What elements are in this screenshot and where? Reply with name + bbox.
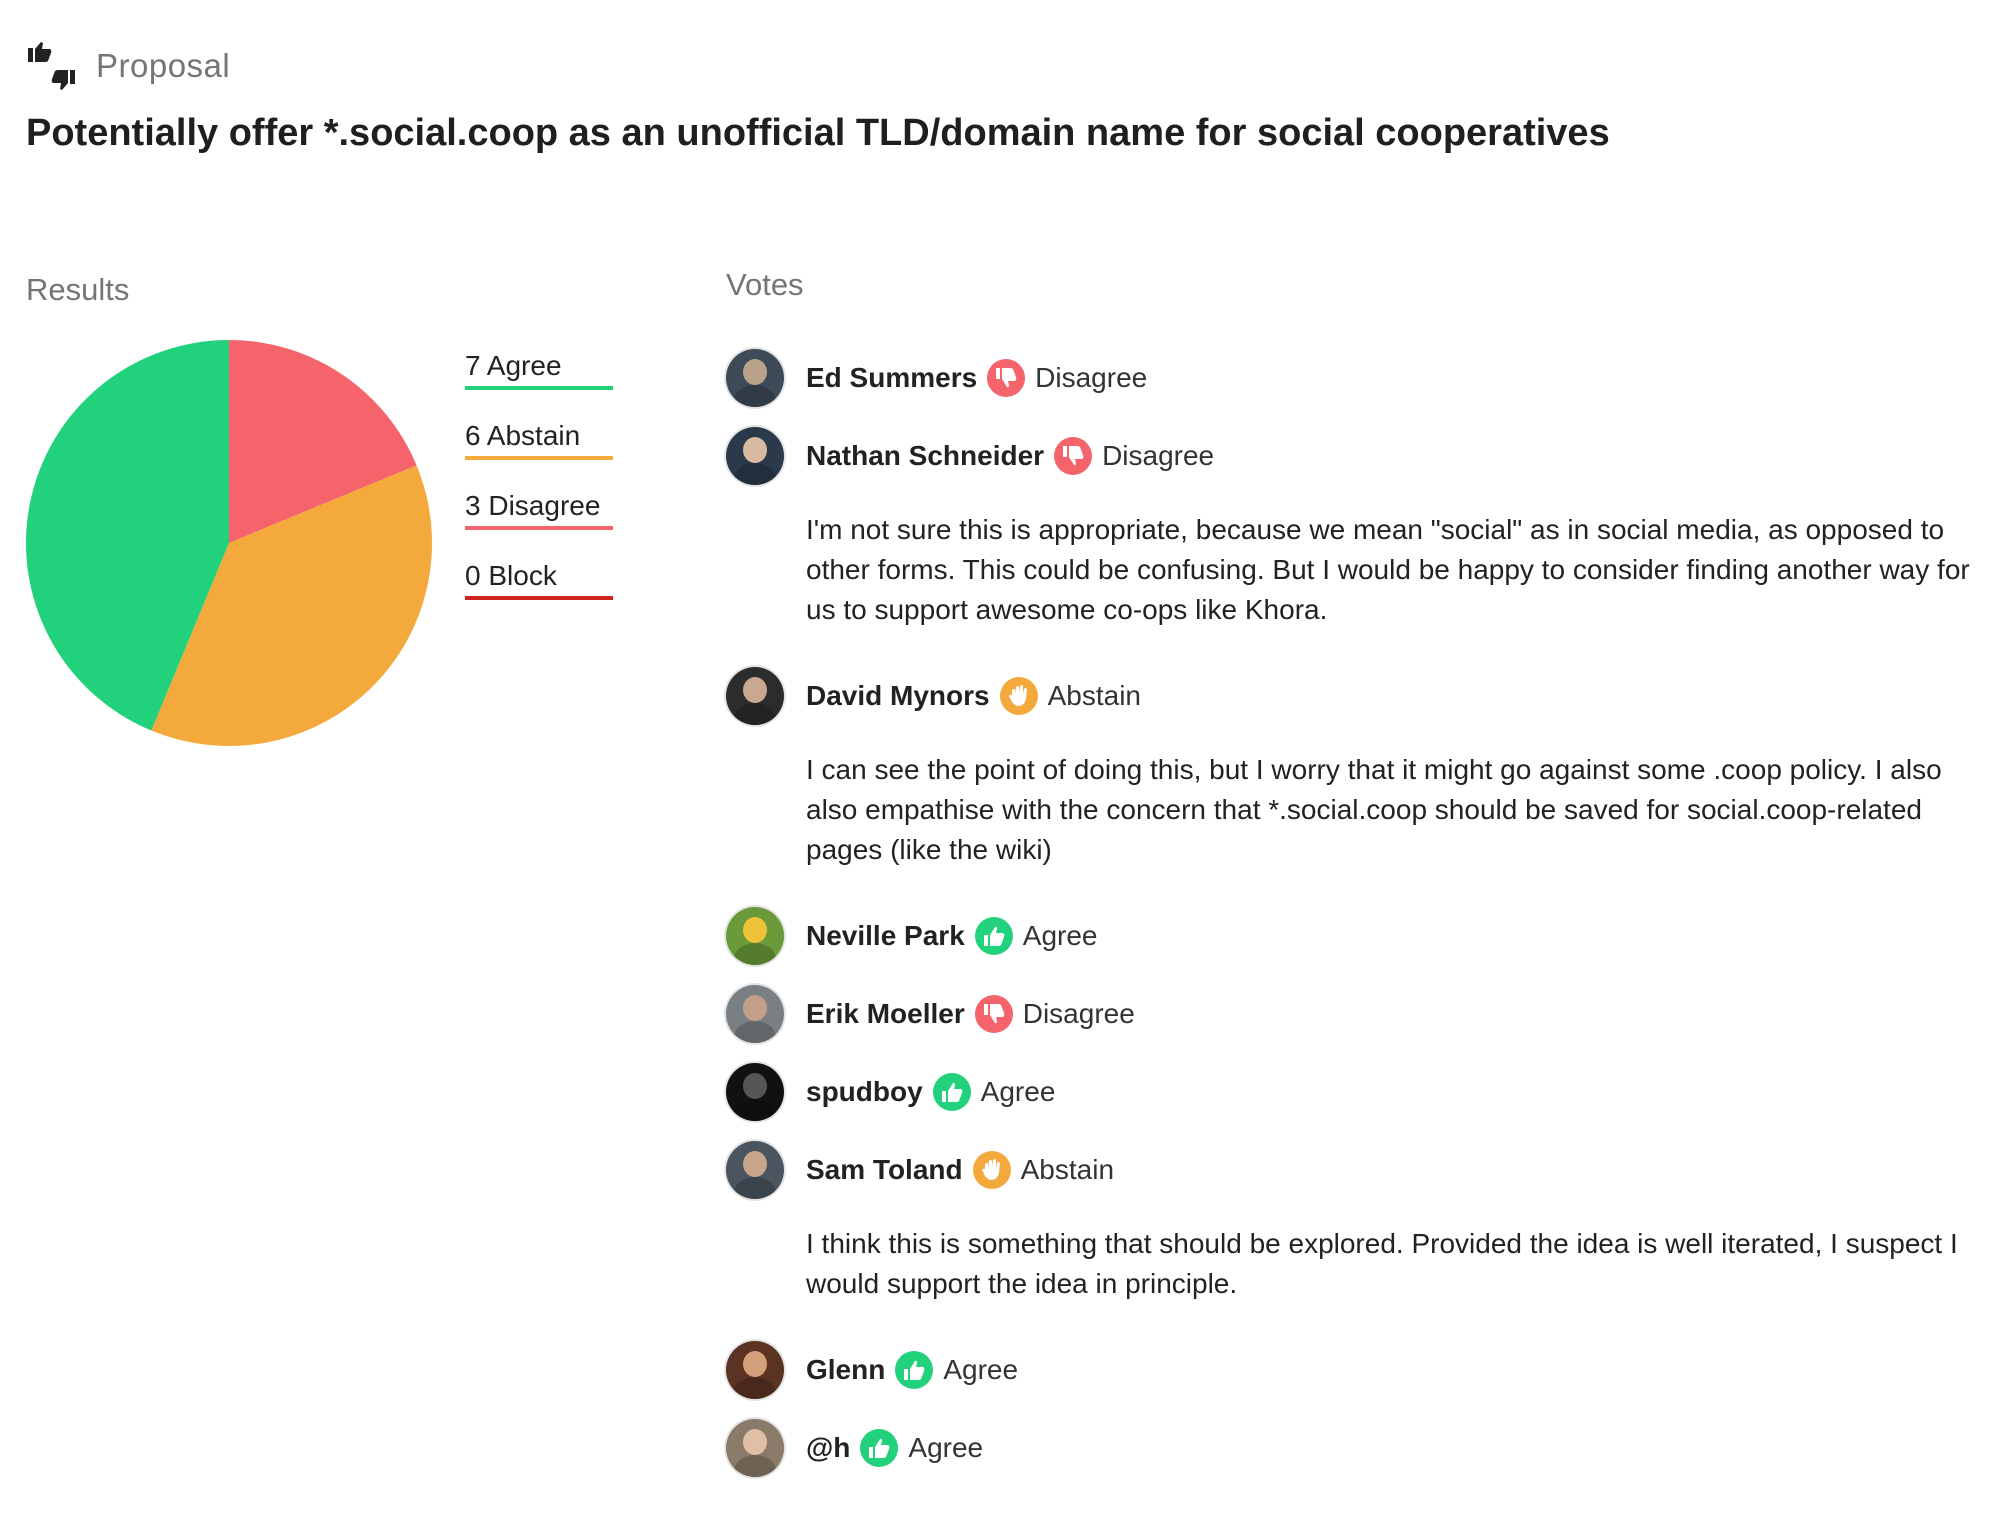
voter-name[interactable]: Erik Moeller	[806, 998, 965, 1030]
voter-name[interactable]: Neville Park	[806, 920, 965, 952]
thumbs-down-icon	[1054, 437, 1093, 475]
vote-header: Erik Moeller Disagree	[726, 984, 1976, 1044]
voter-name[interactable]: spudboy	[806, 1076, 923, 1108]
vote-header: Glenn Agree	[726, 1340, 1976, 1400]
thumbs-up-icon	[860, 1429, 899, 1467]
avatar[interactable]	[726, 427, 784, 485]
vote-item: Glenn Agree	[726, 1340, 1976, 1400]
votes-label: Votes	[726, 267, 804, 302]
vote-reason: I'm not sure this is appropriate, becaus…	[806, 514, 1970, 625]
voter-name[interactable]: Nathan Schneider	[806, 440, 1044, 472]
vote-header: David Mynors Abstain	[726, 666, 1976, 726]
voter-name[interactable]: Sam Toland	[806, 1154, 963, 1186]
avatar[interactable]	[726, 1341, 784, 1399]
avatar[interactable]	[726, 985, 784, 1043]
vote-header: Ed Summers Disagree	[726, 348, 1976, 408]
vote-header: Nathan Schneider Disagree	[726, 426, 1976, 486]
thumbs-down-icon	[987, 359, 1026, 397]
proposal-kind-label: Proposal	[96, 47, 231, 84]
vote-item: David Mynors Abstain I can see the point o…	[726, 666, 1976, 870]
vote-header: Sam Toland Abstain	[726, 1140, 1976, 1200]
voter-name[interactable]: Glenn	[806, 1354, 885, 1386]
hand-stop-icon	[999, 677, 1038, 715]
vote-item: Neville Park Agree	[726, 906, 1976, 966]
legend-item: 6 Abstain	[465, 418, 613, 488]
thumbs-up-down-icon	[28, 42, 75, 90]
votes-list: Ed Summers Disagree Nathan Schneider Disagr…	[726, 348, 1976, 1496]
legend-label: 6 Abstain	[465, 420, 581, 451]
results-pie-chart	[26, 340, 432, 746]
vote-header: Neville Park Agree	[726, 906, 1976, 966]
vote-position: Disagree	[1102, 440, 1215, 471]
avatar[interactable]	[726, 349, 784, 407]
vote-position: Agree	[1022, 920, 1098, 951]
voter-name[interactable]: Ed Summers	[806, 362, 977, 394]
proposal-title: Potentially offer *.social.coop as an un…	[26, 112, 1610, 154]
voter-name[interactable]: @h	[806, 1432, 850, 1464]
proposal-header: Proposal	[26, 40, 230, 92]
vote-item: Erik Moeller Disagree	[726, 984, 1976, 1044]
avatar[interactable]	[726, 1063, 784, 1121]
legend-underline	[465, 386, 613, 390]
vote-item: Sam Toland Abstain I think this is somethi…	[726, 1140, 1976, 1304]
vote-item: Nathan Schneider Disagree I'm not sure thi…	[726, 426, 1976, 630]
avatar[interactable]	[726, 1419, 784, 1477]
legend-item: 3 Disagree	[465, 488, 613, 558]
results-legend: 7 Agree 6 Abstain 3 Disagree 0 Block	[465, 348, 613, 628]
avatar[interactable]	[726, 907, 784, 965]
vote-position: Disagree	[1035, 362, 1148, 393]
legend-item: 7 Agree	[465, 348, 613, 418]
vote-item: @h Agree	[726, 1418, 1976, 1478]
vote-position: Agree	[908, 1432, 984, 1463]
vote-position: Abstain	[1047, 680, 1142, 711]
vote-item: spudboy Agree	[726, 1062, 1976, 1122]
legend-underline	[465, 456, 613, 460]
voter-name[interactable]: David Mynors	[806, 680, 990, 712]
vote-position: Agree	[980, 1076, 1056, 1107]
vote-item: Ed Summers Disagree	[726, 348, 1976, 408]
vote-header: spudboy Agree	[726, 1062, 1976, 1122]
vote-position: Agree	[943, 1354, 1019, 1385]
vote-reason: I can see the point of doing this, but I…	[806, 754, 1942, 865]
legend-item: 0 Block	[465, 558, 613, 628]
legend-label: 7 Agree	[465, 350, 562, 381]
legend-underline	[465, 526, 613, 530]
legend-label: 0 Block	[465, 560, 557, 591]
vote-header: @h Agree	[726, 1418, 1976, 1478]
avatar[interactable]	[726, 667, 784, 725]
legend-underline	[465, 596, 613, 600]
thumbs-up-icon	[932, 1073, 971, 1111]
vote-position: Abstain	[1020, 1154, 1115, 1185]
thumbs-down-icon	[974, 995, 1013, 1033]
hand-stop-icon	[972, 1151, 1011, 1189]
results-label: Results	[26, 272, 130, 307]
vote-reason: I think this is something that should be…	[806, 1228, 1958, 1299]
legend-label: 3 Disagree	[465, 490, 601, 521]
avatar[interactable]	[726, 1141, 784, 1199]
thumbs-up-icon	[895, 1351, 934, 1389]
vote-position: Disagree	[1022, 998, 1135, 1029]
thumbs-up-icon	[974, 917, 1013, 955]
